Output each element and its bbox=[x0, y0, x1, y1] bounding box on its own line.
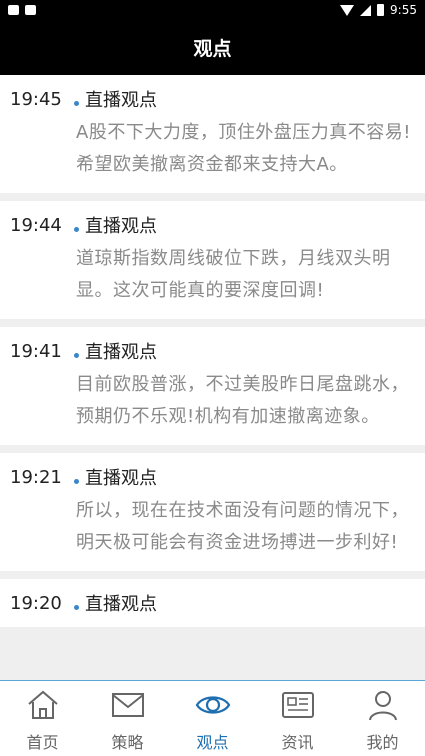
signal-icon bbox=[360, 4, 372, 16]
battery-icon bbox=[377, 4, 385, 16]
item-tag: 直播观点 bbox=[85, 216, 157, 237]
item-tag: 直播观点 bbox=[85, 90, 157, 111]
tab-home[interactable]: 首页 bbox=[0, 681, 85, 756]
tab-strategy[interactable]: 策略 bbox=[85, 681, 170, 756]
list-item[interactable]: 19:21 直播观点 所以，现在在技术面没有问题的情况下，明天极可能会有资金进场… bbox=[0, 453, 425, 571]
user-icon bbox=[368, 691, 397, 721]
tab-label: 资讯 bbox=[281, 733, 314, 752]
eye-icon bbox=[195, 696, 230, 714]
tab-label: 观点 bbox=[196, 733, 229, 752]
notification-icon bbox=[25, 5, 36, 15]
list-item[interactable]: 19:45 直播观点 A股不下大力度，顶住外盘压力真不容易!希望欧美撤离资金都来… bbox=[0, 75, 425, 193]
home-icon bbox=[27, 690, 58, 719]
status-time: 9:55 bbox=[390, 3, 417, 17]
wifi-icon bbox=[340, 4, 355, 16]
chat-notification-icon bbox=[8, 5, 19, 15]
item-content: 道琼斯指数周线破位下跌，月线双头明显。这次可能真的要深度回调! bbox=[76, 248, 391, 301]
bullet-dot-icon bbox=[74, 604, 79, 610]
list-item[interactable]: 19:20 直播观点 bbox=[0, 579, 425, 627]
item-time: 19:41 bbox=[10, 340, 62, 362]
viewpoint-feed[interactable]: 19:45 直播观点 A股不下大力度，顶住外盘压力真不容易!希望欧美撤离资金都来… bbox=[0, 75, 425, 680]
tab-label: 首页 bbox=[26, 733, 59, 752]
item-time: 19:20 bbox=[10, 592, 62, 614]
tab-news[interactable]: 资讯 bbox=[255, 681, 340, 756]
bullet-dot-icon bbox=[74, 100, 79, 106]
list-item[interactable]: 19:41 直播观点 目前欧股普涨，不过美股昨日尾盘跳水，预期仍不乐观!机构有加… bbox=[0, 327, 425, 445]
news-icon bbox=[281, 692, 314, 718]
list-item[interactable]: 19:44 直播观点 道琼斯指数周线破位下跌，月线双头明显。这次可能真的要深度回… bbox=[0, 201, 425, 319]
item-content: 目前欧股普涨，不过美股昨日尾盘跳水，预期仍不乐观!机构有加速撤离迹象。 bbox=[76, 374, 409, 427]
page-title: 观点 bbox=[193, 38, 232, 60]
item-tag: 直播观点 bbox=[85, 594, 157, 615]
tab-label: 我的 bbox=[366, 733, 399, 752]
tab-mine[interactable]: 我的 bbox=[340, 681, 425, 756]
item-content: 所以，现在在技术面没有问题的情况下，明天极可能会有资金进场搏进一步利好! bbox=[76, 500, 409, 553]
tab-label: 策略 bbox=[111, 733, 144, 752]
tab-viewpoint[interactable]: 观点 bbox=[170, 681, 255, 756]
bottom-tab-bar: 首页 策略 观点 资讯 我的 bbox=[0, 680, 425, 756]
bullet-dot-icon bbox=[74, 478, 79, 484]
app-header: 观点 bbox=[0, 20, 425, 75]
mail-icon bbox=[111, 693, 144, 717]
item-time: 19:45 bbox=[10, 88, 62, 110]
item-time: 19:21 bbox=[10, 466, 62, 488]
item-time: 19:44 bbox=[10, 214, 62, 236]
status-bar: 9:55 bbox=[0, 0, 425, 20]
bullet-dot-icon bbox=[74, 226, 79, 232]
bullet-dot-icon bbox=[74, 352, 79, 358]
item-content: A股不下大力度，顶住外盘压力真不容易!希望欧美撤离资金都来支持大A。 bbox=[76, 122, 412, 175]
item-tag: 直播观点 bbox=[85, 468, 157, 489]
item-tag: 直播观点 bbox=[85, 342, 157, 363]
